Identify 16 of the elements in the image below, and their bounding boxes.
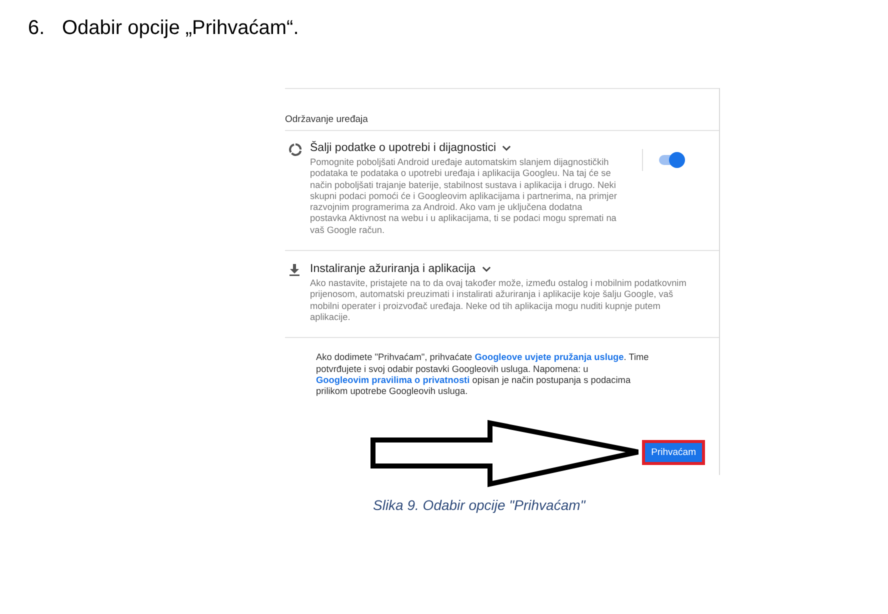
step-heading: Odabir opcije „Prihvaćam“.	[62, 16, 299, 40]
legal-text: Ako dodimete "Prihvaćam", prihvaćate Googleove uvjete pružanja usluge. Time potvrđujete i svoj odabir postavki Googleovih usluga. Napomena: u Googleovim pravilima o privatnosti opisan je način postupanja s podacima prilikom upotrebe Googleovih usluga.	[316, 352, 650, 398]
circular-arrows-icon	[289, 143, 302, 156]
figure-caption: Slika 9. Odabir opcije "Prihvaćam"	[373, 496, 586, 515]
setting-description: Ako nastavite, pristajete na to da ovaj također može, između ostalog i mobilnim podatkovnim prijenosom, automatski preuzimati i instalirati ažuriranja i aplikacije koje šalju Google, vaš mobilni operater i proizvođač uređaja. Neke od tih aplikacija mogu nuditi kupnje putem aplikacije.	[310, 278, 688, 324]
link[interactable]: Googleove uvjete pružanja usluge	[474, 352, 624, 362]
chevron-down-icon[interactable]	[482, 266, 491, 272]
link[interactable]: Googleovim pravilima o privatnosti	[316, 375, 470, 386]
step-number: 6.	[28, 16, 46, 40]
setting-title[interactable]: Instaliranje ažuriranja i aplikacija	[310, 261, 476, 278]
chevron-down-icon[interactable]	[502, 145, 512, 151]
setting-description: Pomognite poboljšati Android uređaje automatskim slanjem dijagnostičkih podataka te podataka o upotrebi uređaja i aplikacija Googleu. Na taj će se način poboljšati trajanje baterije, stabilnost sustava i aplikacija i drugo. Neki skupni podaci pomoći će i Googleovim aplikacijama i partnerima, na primjer razvojnim programerima za Android. Ako vam je uključena dodatna postavka Aktivnost na webu i u aplikacijama, ti se podaci mogu spremati na vaš Google račun.	[310, 157, 618, 236]
accept-button[interactable]: Prihvaćam	[645, 443, 702, 462]
download-icon	[289, 264, 300, 276]
section-title: Održavanje uređaja	[285, 114, 369, 126]
setting-title[interactable]: Šalji podatke o upotrebi i dijagnostici	[310, 140, 496, 156]
